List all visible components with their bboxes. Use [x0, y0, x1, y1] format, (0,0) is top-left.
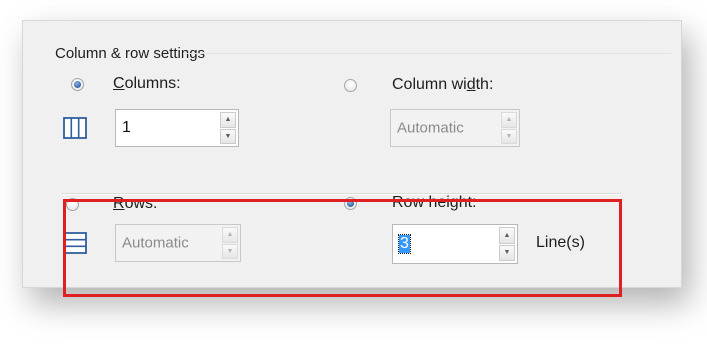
column-width-increment-button[interactable]: ▲ — [501, 112, 517, 128]
column-width-value: Automatic — [397, 119, 464, 137]
columns-spinner[interactable]: 1 ▲ ▼ — [115, 109, 239, 147]
columns-icon — [63, 117, 87, 139]
column-width-radio[interactable] — [344, 79, 357, 92]
columns-value[interactable]: 1 — [122, 119, 131, 137]
highlight-box — [63, 199, 622, 297]
column-width-label: Column width: — [392, 76, 494, 93]
columns-radio[interactable] — [71, 78, 84, 91]
column-width-spin-buttons: ▲ ▼ — [501, 112, 517, 144]
group-divider — [183, 53, 671, 54]
column-row-settings-dialog: Column & row settings Columns: 1 ▲ ▼ Col… — [22, 20, 682, 297]
columns-decrement-button[interactable]: ▼ — [220, 128, 236, 144]
columns-increment-button[interactable]: ▲ — [220, 112, 236, 128]
column-width-decrement-button[interactable]: ▼ — [501, 128, 517, 144]
columns-label: Columns: — [113, 75, 181, 92]
columns-spin-buttons: ▲ ▼ — [220, 112, 236, 144]
column-width-spinner[interactable]: Automatic ▲ ▼ — [390, 109, 520, 147]
